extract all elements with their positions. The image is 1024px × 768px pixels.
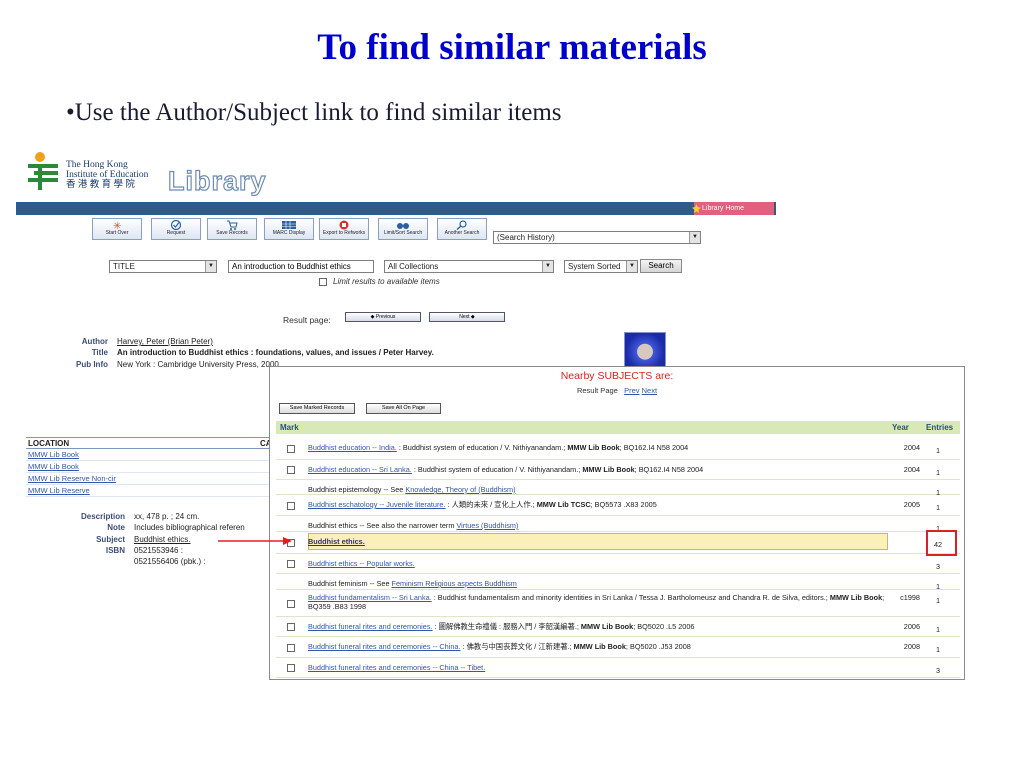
arrow-head-icon	[283, 537, 292, 545]
entries-highlight-box	[926, 530, 957, 556]
annotation-overlay	[218, 537, 292, 545]
